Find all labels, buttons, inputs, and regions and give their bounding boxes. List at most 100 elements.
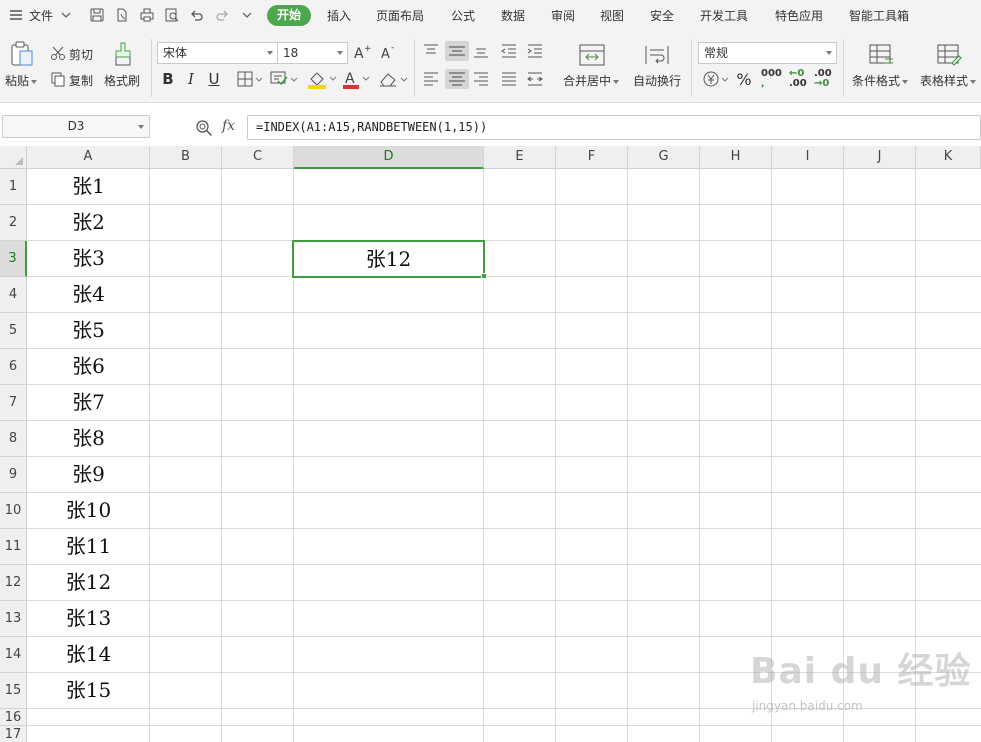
decrease-font-size-icon[interactable]: A- [380, 43, 398, 61]
column-header-c[interactable]: C [222, 146, 294, 169]
thousands-separator-button[interactable]: 000, [761, 69, 782, 90]
column-header-g[interactable]: G [628, 146, 700, 169]
conditional-format-button[interactable]: 条件格式 [852, 72, 909, 89]
file-menu[interactable]: 文件 [29, 7, 53, 25]
paste-button[interactable]: 粘贴 [5, 72, 38, 89]
tab-formulas[interactable]: 公式 [451, 7, 475, 25]
column-header-j[interactable]: J [844, 146, 916, 169]
italic-button[interactable]: I [181, 69, 201, 89]
fill-handle[interactable] [481, 273, 487, 279]
cell-a9[interactable]: 张9 [28, 457, 149, 492]
row-header-9[interactable]: 9 [0, 457, 27, 493]
paste-icon[interactable] [10, 41, 34, 67]
format-painter-button[interactable]: 格式刷 [104, 72, 140, 89]
cell-a6[interactable]: 张6 [28, 349, 149, 384]
scissors-icon[interactable] [50, 45, 66, 61]
row-header-1[interactable]: 1 [0, 169, 27, 205]
print-preview-icon[interactable] [164, 7, 180, 23]
row-header-8[interactable]: 8 [0, 421, 27, 457]
align-right-icon[interactable] [472, 71, 490, 87]
increase-indent-icon[interactable] [526, 43, 544, 59]
justify-icon[interactable] [500, 71, 518, 87]
name-box-chevron-icon[interactable] [138, 125, 144, 129]
clear-format-icon[interactable] [378, 70, 408, 88]
cell-a3[interactable]: 张3 [28, 241, 149, 276]
increase-decimal-button[interactable]: ←0.00 [789, 69, 807, 89]
align-middle-icon[interactable] [445, 41, 469, 61]
wrap-text-button[interactable]: 自动换行 [633, 72, 681, 89]
column-header-h[interactable]: H [700, 146, 772, 169]
column-header-f[interactable]: F [556, 146, 628, 169]
conditional-format-dropdown-icon[interactable] [902, 79, 909, 84]
number-format-chevron-icon[interactable] [826, 51, 832, 55]
row-header-14[interactable]: 14 [0, 637, 27, 673]
table-style-icon[interactable] [936, 43, 964, 67]
tab-page-layout[interactable]: 页面布局 [376, 7, 424, 25]
paste-dropdown-icon[interactable] [31, 79, 38, 84]
cell-a10[interactable]: 张10 [28, 493, 149, 528]
cell-a1[interactable]: 张1 [28, 169, 149, 204]
column-header-e[interactable]: E [484, 146, 556, 169]
copy-button[interactable]: 复制 [69, 72, 93, 89]
cell-a15[interactable]: 张15 [28, 673, 149, 708]
tab-view[interactable]: 视图 [600, 7, 624, 25]
column-header-k[interactable]: K [916, 146, 981, 169]
wrap-text-icon[interactable] [643, 43, 671, 67]
tab-developer[interactable]: 开发工具 [700, 7, 748, 25]
cell-a12[interactable]: 张12 [28, 565, 149, 600]
align-top-icon[interactable] [422, 43, 440, 59]
select-all-button[interactable] [0, 146, 27, 169]
merge-center-button[interactable]: 合并居中 [563, 72, 620, 89]
cut-button[interactable]: 剪切 [69, 46, 93, 63]
column-header-b[interactable]: B [150, 146, 222, 169]
distributed-align-icon[interactable] [526, 71, 544, 87]
cell-a11[interactable]: 张11 [28, 529, 149, 564]
cell-a8[interactable]: 张8 [28, 421, 149, 456]
cell-a7[interactable]: 张7 [28, 385, 149, 420]
tab-security[interactable]: 安全 [650, 7, 674, 25]
spreadsheet-grid[interactable]: A B C D E F G H I J K 1 2 3 4 5 6 7 8 9 … [0, 146, 981, 742]
font-size-chevron-icon[interactable] [337, 51, 343, 55]
tab-home[interactable]: 开始 [267, 5, 312, 26]
bold-button[interactable]: B [158, 69, 178, 89]
percent-button[interactable]: % [734, 70, 754, 90]
align-center-icon[interactable] [445, 69, 469, 89]
merge-center-dropdown-icon[interactable] [613, 79, 620, 84]
font-color-icon[interactable]: A [342, 69, 370, 89]
column-header-d[interactable]: D [294, 146, 484, 169]
customize-quick-access-icon[interactable] [239, 7, 255, 23]
cell-a2[interactable]: 张2 [28, 205, 149, 240]
cell-a14[interactable]: 张14 [28, 637, 149, 672]
decrease-indent-icon[interactable] [500, 43, 518, 59]
tab-review[interactable]: 审阅 [551, 7, 575, 25]
row-header-17[interactable]: 17 [0, 726, 27, 742]
print-icon[interactable] [139, 7, 155, 23]
row-header-16[interactable]: 16 [0, 709, 27, 726]
undo-icon[interactable] [189, 7, 205, 23]
fill-color-icon[interactable] [307, 69, 337, 89]
column-header-a[interactable]: A [27, 146, 150, 169]
name-box[interactable]: D3 [2, 115, 150, 138]
row-header-7[interactable]: 7 [0, 385, 27, 421]
row-header-3[interactable]: 3 [0, 241, 27, 277]
row-header-15[interactable]: 15 [0, 673, 27, 709]
table-style-dropdown-icon[interactable] [970, 79, 977, 84]
increase-font-size-icon[interactable]: A + [353, 43, 371, 61]
insert-function-button[interactable]: fx [222, 118, 235, 134]
export-pdf-icon[interactable] [114, 7, 130, 23]
tab-insert[interactable]: 插入 [327, 7, 351, 25]
row-header-6[interactable]: 6 [0, 349, 27, 385]
fill-pattern-icon[interactable] [270, 71, 298, 87]
row-header-2[interactable]: 2 [0, 205, 27, 241]
hamburger-menu-icon[interactable] [8, 7, 24, 23]
underline-button[interactable]: U [204, 69, 224, 89]
cell-a4[interactable]: 张4 [28, 277, 149, 312]
tab-smart-toolbox[interactable]: 智能工具箱 [849, 7, 909, 25]
font-size-select[interactable]: 18 [277, 42, 348, 64]
font-name-select[interactable]: 宋体 [157, 42, 278, 64]
align-bottom-icon[interactable] [472, 43, 490, 59]
column-header-i[interactable]: I [772, 146, 844, 169]
row-header-13[interactable]: 13 [0, 601, 27, 637]
currency-icon[interactable] [702, 70, 730, 88]
zoom-search-icon[interactable] [195, 119, 213, 137]
